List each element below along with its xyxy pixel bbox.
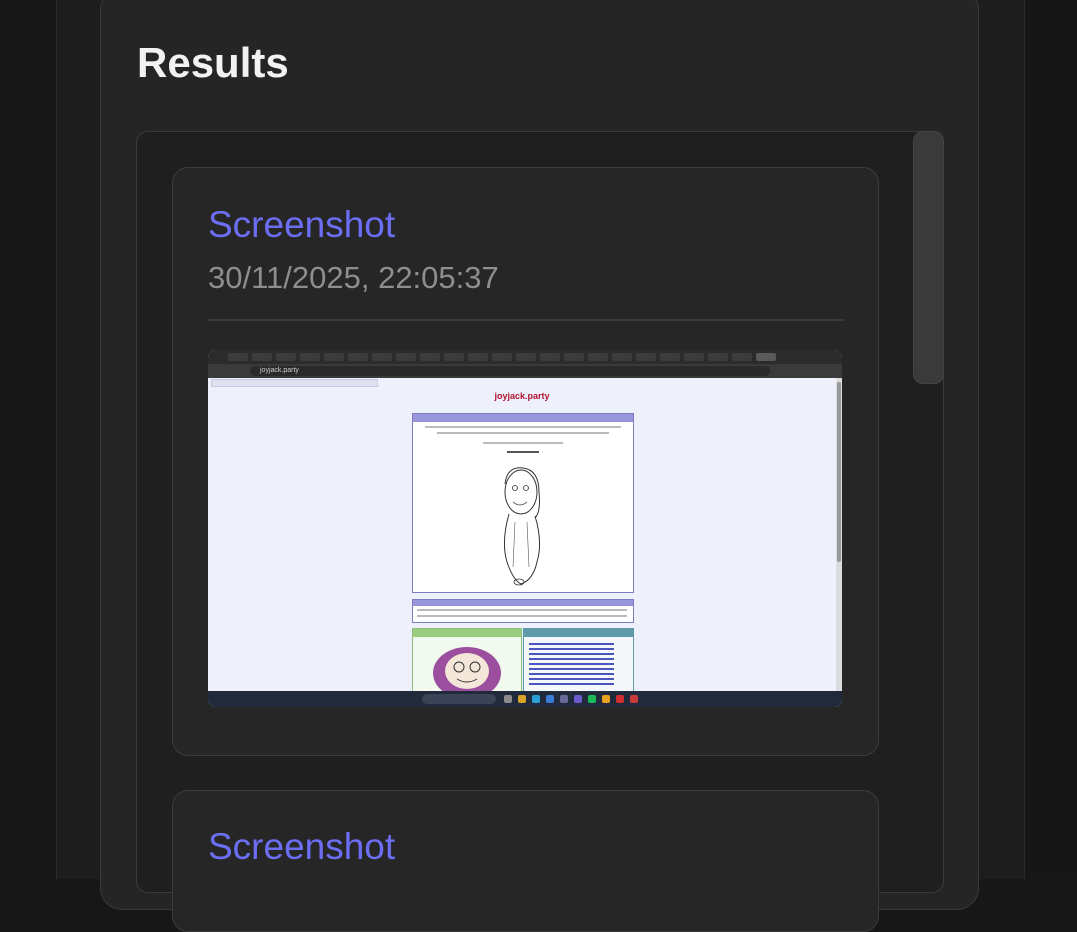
thumbnail-taskbar-search (422, 694, 496, 704)
page-margin-right (1024, 0, 1077, 879)
card-divider (208, 319, 844, 321)
thumbnail-drawing-image (503, 467, 541, 586)
thumbnail-url-field (250, 366, 770, 376)
thumbnail-nav (211, 379, 378, 387)
card-title[interactable]: Screenshot (208, 205, 395, 245)
thumbnail-site-title: joyjack.party (494, 391, 550, 401)
results-scrollbar[interactable] (913, 131, 944, 384)
thumbnail-about-box (412, 413, 634, 593)
thumbnail-browser-tabs (208, 350, 842, 364)
thumbnail-recent-images (412, 628, 522, 693)
card-timestamp: 30/11/2025, 22:05:37 (208, 260, 499, 295)
screenshot-thumbnail[interactable]: joyjack.party joyjack.party (208, 350, 842, 707)
screenshot-card[interactable]: Screenshot 30/11/2025, 22:05:37 joyjack.… (172, 167, 879, 756)
thumbnail-latest-posts (523, 628, 634, 693)
thumbnail-url-text: joyjack.party (260, 367, 299, 374)
screenshot-card[interactable]: Screenshot (172, 790, 879, 932)
thumbnail-scroll-thumb (837, 382, 841, 562)
card-title[interactable]: Screenshot (208, 827, 395, 867)
thumbnail-board-table (412, 599, 634, 623)
results-heading: Results (137, 39, 289, 86)
